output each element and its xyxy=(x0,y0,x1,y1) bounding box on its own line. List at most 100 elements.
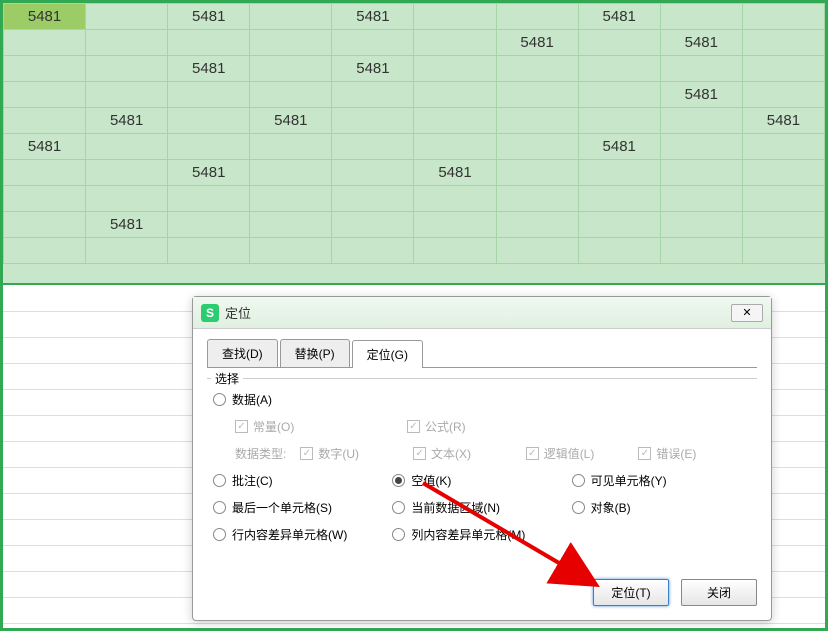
cell[interactable] xyxy=(168,108,250,134)
cell[interactable] xyxy=(168,212,250,238)
radio-lastcell[interactable]: 最后一个单元格(S) xyxy=(213,499,392,516)
cell[interactable] xyxy=(4,82,86,108)
cell[interactable] xyxy=(660,56,742,82)
cell[interactable] xyxy=(168,238,250,264)
cell[interactable]: 5481 xyxy=(168,4,250,30)
cell[interactable] xyxy=(332,134,414,160)
cell[interactable] xyxy=(660,238,742,264)
cell[interactable] xyxy=(86,238,168,264)
cell[interactable] xyxy=(4,108,86,134)
radio-current-region[interactable]: 当前数据区域(N) xyxy=(392,499,571,516)
cell[interactable] xyxy=(250,134,332,160)
cell[interactable]: 5481 xyxy=(86,212,168,238)
cell[interactable] xyxy=(250,82,332,108)
cell[interactable] xyxy=(332,160,414,186)
cell[interactable]: 5481 xyxy=(4,134,86,160)
cell[interactable] xyxy=(578,30,660,56)
cell[interactable] xyxy=(86,160,168,186)
cell[interactable] xyxy=(496,4,578,30)
cell[interactable] xyxy=(414,56,496,82)
cell[interactable] xyxy=(578,160,660,186)
cell[interactable] xyxy=(168,186,250,212)
cell[interactable] xyxy=(4,56,86,82)
cell[interactable] xyxy=(86,30,168,56)
cell[interactable]: 5481 xyxy=(4,4,86,30)
cell[interactable]: 5481 xyxy=(742,108,824,134)
cell[interactable] xyxy=(250,56,332,82)
cell[interactable] xyxy=(250,160,332,186)
cell[interactable] xyxy=(742,134,824,160)
cell[interactable] xyxy=(250,4,332,30)
cell[interactable] xyxy=(4,160,86,186)
cell[interactable] xyxy=(332,82,414,108)
cell[interactable] xyxy=(578,82,660,108)
radio-objects[interactable]: 对象(B) xyxy=(572,499,751,516)
cell[interactable] xyxy=(578,108,660,134)
cell[interactable] xyxy=(660,134,742,160)
cell[interactable] xyxy=(332,212,414,238)
cell[interactable] xyxy=(86,82,168,108)
cell[interactable] xyxy=(250,212,332,238)
cell[interactable] xyxy=(86,56,168,82)
cell[interactable] xyxy=(4,30,86,56)
cell[interactable]: 5481 xyxy=(332,56,414,82)
cell[interactable] xyxy=(496,56,578,82)
cell[interactable] xyxy=(742,186,824,212)
cell[interactable] xyxy=(414,238,496,264)
cell[interactable]: 5481 xyxy=(660,30,742,56)
cell[interactable] xyxy=(742,4,824,30)
cell[interactable] xyxy=(578,186,660,212)
cell[interactable]: 5481 xyxy=(168,56,250,82)
cell[interactable]: 5481 xyxy=(168,160,250,186)
cell[interactable] xyxy=(660,212,742,238)
cell[interactable] xyxy=(578,212,660,238)
cell[interactable] xyxy=(332,238,414,264)
cell[interactable] xyxy=(414,186,496,212)
cell[interactable] xyxy=(414,30,496,56)
cell[interactable]: 5481 xyxy=(414,160,496,186)
cell[interactable] xyxy=(86,134,168,160)
cell[interactable] xyxy=(414,134,496,160)
cell[interactable]: 5481 xyxy=(250,108,332,134)
radio-comments[interactable]: 批注(C) xyxy=(213,472,392,489)
cell[interactable] xyxy=(496,108,578,134)
cell[interactable] xyxy=(250,30,332,56)
cell[interactable]: 5481 xyxy=(496,30,578,56)
cell[interactable] xyxy=(742,56,824,82)
spreadsheet-selection[interactable]: 5481548154815481548154815481548154815481… xyxy=(3,3,825,285)
cell[interactable] xyxy=(660,186,742,212)
cell[interactable]: 5481 xyxy=(578,4,660,30)
cell[interactable] xyxy=(742,160,824,186)
cell[interactable] xyxy=(4,186,86,212)
radio-blanks[interactable]: 空值(K) xyxy=(392,472,571,489)
cell[interactable] xyxy=(496,134,578,160)
cell[interactable] xyxy=(578,238,660,264)
cell[interactable] xyxy=(332,30,414,56)
cell[interactable] xyxy=(414,82,496,108)
cell[interactable] xyxy=(660,4,742,30)
tab-find[interactable]: 查找(D) xyxy=(207,339,278,367)
cell[interactable]: 5481 xyxy=(660,82,742,108)
radio-row-diff[interactable]: 行内容差异单元格(W) xyxy=(213,526,392,543)
radio-data[interactable]: 数据(A) xyxy=(213,391,751,408)
radio-col-diff[interactable]: 列内容差异单元格(M) xyxy=(392,526,571,543)
cell[interactable] xyxy=(332,108,414,134)
cell[interactable] xyxy=(4,212,86,238)
goto-button[interactable]: 定位(T) xyxy=(593,579,669,606)
cell[interactable] xyxy=(742,238,824,264)
cell[interactable] xyxy=(496,238,578,264)
cell[interactable] xyxy=(86,4,168,30)
cell[interactable] xyxy=(250,238,332,264)
tab-replace[interactable]: 替换(P) xyxy=(280,339,350,367)
cell[interactable] xyxy=(578,56,660,82)
cell[interactable] xyxy=(168,82,250,108)
cell[interactable] xyxy=(414,212,496,238)
cell[interactable] xyxy=(332,186,414,212)
cell[interactable] xyxy=(86,186,168,212)
radio-visible[interactable]: 可见单元格(Y) xyxy=(572,472,751,489)
cell[interactable]: 5481 xyxy=(86,108,168,134)
cell[interactable] xyxy=(414,108,496,134)
cell[interactable] xyxy=(742,82,824,108)
cell[interactable] xyxy=(168,134,250,160)
close-button[interactable]: 关闭 xyxy=(681,579,757,606)
